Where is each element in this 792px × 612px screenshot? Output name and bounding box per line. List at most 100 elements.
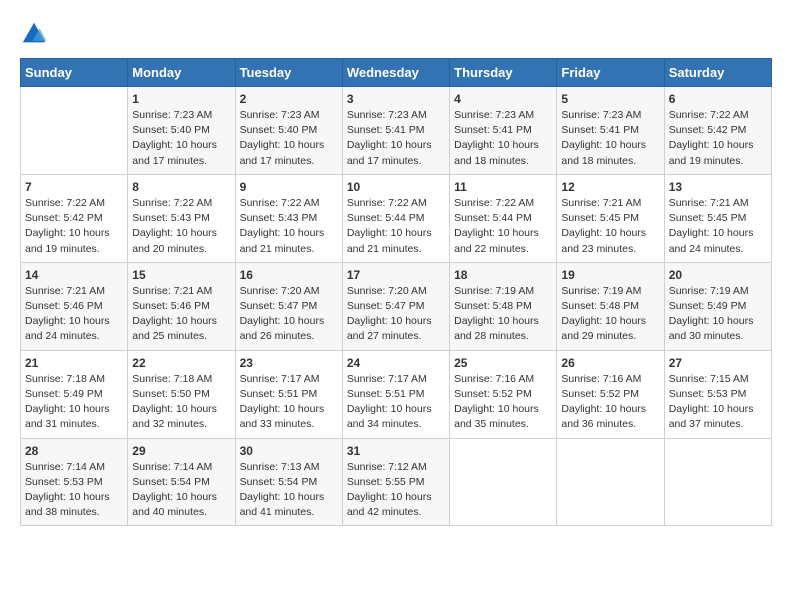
calendar-cell: 11Sunrise: 7:22 AMSunset: 5:44 PMDayligh… xyxy=(450,174,557,262)
day-header-tuesday: Tuesday xyxy=(235,59,342,87)
day-number: 22 xyxy=(132,356,230,370)
day-number: 31 xyxy=(347,444,445,458)
calendar-cell xyxy=(21,87,128,175)
calendar-cell: 8 Sunrise: 7:22 AMSunset: 5:43 PMDaylight… xyxy=(128,174,235,262)
calendar-cell: 13 Sunrise: 7:21 AMSunset: 5:45 PMDayligh… xyxy=(664,174,771,262)
calendar-cell: 19 Sunrise: 7:19 AMSunset: 5:48 PMDayligh… xyxy=(557,262,664,350)
day-number: 23 xyxy=(240,356,338,370)
calendar-cell: 24 Sunrise: 7:17 AMSunset: 5:51 PMDayligh… xyxy=(342,350,449,438)
day-number: 8 xyxy=(132,180,230,194)
day-number: 20 xyxy=(669,268,767,282)
calendar-cell: 31 Sunrise: 7:12 AMSunset: 5:55 PMDayligh… xyxy=(342,438,449,526)
week-row-5: 28 Sunrise: 7:14 AMSunset: 5:53 PMDayligh… xyxy=(21,438,772,526)
cell-content: Sunrise: 7:17 AMSunset: 5:51 PMDaylight:… xyxy=(347,372,445,433)
cell-content: Sunrise: 7:14 AMSunset: 5:53 PMDaylight:… xyxy=(25,460,123,521)
cell-content: Sunrise: 7:21 AMSunset: 5:45 PMDaylight:… xyxy=(669,196,767,257)
day-number: 27 xyxy=(669,356,767,370)
cell-content: Sunrise: 7:23 AMSunset: 5:41 PMDaylight:… xyxy=(561,108,659,169)
cell-content: Sunrise: 7:20 AMSunset: 5:47 PMDaylight:… xyxy=(347,284,445,345)
calendar-cell xyxy=(450,438,557,526)
day-number: 25 xyxy=(454,356,552,370)
week-row-2: 7 Sunrise: 7:22 AMSunset: 5:42 PMDaylight… xyxy=(21,174,772,262)
cell-content: Sunrise: 7:16 AMSunset: 5:52 PMDaylight:… xyxy=(561,372,659,433)
week-row-4: 21 Sunrise: 7:18 AMSunset: 5:49 PMDayligh… xyxy=(21,350,772,438)
cell-content: Sunrise: 7:20 AMSunset: 5:47 PMDaylight:… xyxy=(240,284,338,345)
cell-content: Sunrise: 7:15 AMSunset: 5:53 PMDaylight:… xyxy=(669,372,767,433)
day-number: 4 xyxy=(454,92,552,106)
calendar-cell: 7 Sunrise: 7:22 AMSunset: 5:42 PMDaylight… xyxy=(21,174,128,262)
day-number: 14 xyxy=(25,268,123,282)
calendar-cell xyxy=(557,438,664,526)
day-number: 13 xyxy=(669,180,767,194)
calendar-cell: 1 Sunrise: 7:23 AMSunset: 5:40 PMDaylight… xyxy=(128,87,235,175)
calendar-cell: 21 Sunrise: 7:18 AMSunset: 5:49 PMDayligh… xyxy=(21,350,128,438)
day-number: 6 xyxy=(669,92,767,106)
cell-content: Sunrise: 7:19 AMSunset: 5:48 PMDaylight:… xyxy=(454,284,552,345)
day-number: 17 xyxy=(347,268,445,282)
cell-content: Sunrise: 7:23 AMSunset: 5:40 PMDaylight:… xyxy=(132,108,230,169)
day-number: 28 xyxy=(25,444,123,458)
cell-content: Sunrise: 7:21 AMSunset: 5:45 PMDaylight:… xyxy=(561,196,659,257)
cell-content: Sunrise: 7:17 AMSunset: 5:51 PMDaylight:… xyxy=(240,372,338,433)
calendar-cell: 20 Sunrise: 7:19 AMSunset: 5:49 PMDayligh… xyxy=(664,262,771,350)
cell-content: Sunrise: 7:13 AMSunset: 5:54 PMDaylight:… xyxy=(240,460,338,521)
day-header-wednesday: Wednesday xyxy=(342,59,449,87)
cell-content: Sunrise: 7:22 AMSunset: 5:43 PMDaylight:… xyxy=(132,196,230,257)
calendar-cell: 6Sunrise: 7:22 AMSunset: 5:42 PMDaylight… xyxy=(664,87,771,175)
day-number: 2 xyxy=(240,92,338,106)
day-header-saturday: Saturday xyxy=(664,59,771,87)
cell-content: Sunrise: 7:12 AMSunset: 5:55 PMDaylight:… xyxy=(347,460,445,521)
day-header-monday: Monday xyxy=(128,59,235,87)
day-number: 30 xyxy=(240,444,338,458)
calendar-cell: 14 Sunrise: 7:21 AMSunset: 5:46 PMDayligh… xyxy=(21,262,128,350)
calendar-cell: 4 Sunrise: 7:23 AMSunset: 5:41 PMDaylight… xyxy=(450,87,557,175)
day-header-thursday: Thursday xyxy=(450,59,557,87)
calendar-cell xyxy=(664,438,771,526)
calendar-cell: 2 Sunrise: 7:23 AMSunset: 5:40 PMDaylight… xyxy=(235,87,342,175)
day-number: 9 xyxy=(240,180,338,194)
day-number: 16 xyxy=(240,268,338,282)
cell-content: Sunrise: 7:18 AMSunset: 5:50 PMDaylight:… xyxy=(132,372,230,433)
cell-content: Sunrise: 7:22 AMSunset: 5:44 PMDaylight:… xyxy=(347,196,445,257)
calendar-cell: 12 Sunrise: 7:21 AMSunset: 5:45 PMDayligh… xyxy=(557,174,664,262)
cell-content: Sunrise: 7:21 AMSunset: 5:46 PMDaylight:… xyxy=(25,284,123,345)
header xyxy=(20,20,772,48)
cell-content: Sunrise: 7:14 AMSunset: 5:54 PMDaylight:… xyxy=(132,460,230,521)
cell-content: Sunrise: 7:22 AMSunset: 5:42 PMDaylight:… xyxy=(25,196,123,257)
logo-icon xyxy=(20,20,48,48)
cell-content: Sunrise: 7:22 AMSunset: 5:43 PMDaylight:… xyxy=(240,196,338,257)
calendar-cell: 23 Sunrise: 7:17 AMSunset: 5:51 PMDayligh… xyxy=(235,350,342,438)
calendar-cell: 18 Sunrise: 7:19 AMSunset: 5:48 PMDayligh… xyxy=(450,262,557,350)
day-number: 26 xyxy=(561,356,659,370)
calendar-cell: 15 Sunrise: 7:21 AMSunset: 5:46 PMDayligh… xyxy=(128,262,235,350)
cell-content: Sunrise: 7:18 AMSunset: 5:49 PMDaylight:… xyxy=(25,372,123,433)
calendar-cell: 3Sunrise: 7:23 AMSunset: 5:41 PMDaylight… xyxy=(342,87,449,175)
day-number: 7 xyxy=(25,180,123,194)
day-number: 12 xyxy=(561,180,659,194)
day-number: 15 xyxy=(132,268,230,282)
cell-content: Sunrise: 7:19 AMSunset: 5:49 PMDaylight:… xyxy=(669,284,767,345)
calendar-cell: 22 Sunrise: 7:18 AMSunset: 5:50 PMDayligh… xyxy=(128,350,235,438)
cell-content: Sunrise: 7:21 AMSunset: 5:46 PMDaylight:… xyxy=(132,284,230,345)
week-row-3: 14 Sunrise: 7:21 AMSunset: 5:46 PMDayligh… xyxy=(21,262,772,350)
day-number: 19 xyxy=(561,268,659,282)
calendar-cell: 30 Sunrise: 7:13 AMSunset: 5:54 PMDayligh… xyxy=(235,438,342,526)
day-number: 29 xyxy=(132,444,230,458)
calendar-cell: 26 Sunrise: 7:16 AMSunset: 5:52 PMDayligh… xyxy=(557,350,664,438)
calendar-cell: 10Sunrise: 7:22 AMSunset: 5:44 PMDayligh… xyxy=(342,174,449,262)
day-number: 21 xyxy=(25,356,123,370)
cell-content: Sunrise: 7:19 AMSunset: 5:48 PMDaylight:… xyxy=(561,284,659,345)
day-number: 5 xyxy=(561,92,659,106)
calendar-cell: 29 Sunrise: 7:14 AMSunset: 5:54 PMDayligh… xyxy=(128,438,235,526)
day-header-friday: Friday xyxy=(557,59,664,87)
cell-content: Sunrise: 7:16 AMSunset: 5:52 PMDaylight:… xyxy=(454,372,552,433)
calendar-cell: 9 Sunrise: 7:22 AMSunset: 5:43 PMDaylight… xyxy=(235,174,342,262)
calendar-cell: 28 Sunrise: 7:14 AMSunset: 5:53 PMDayligh… xyxy=(21,438,128,526)
cell-content: Sunrise: 7:23 AMSunset: 5:41 PMDaylight:… xyxy=(454,108,552,169)
day-number: 1 xyxy=(132,92,230,106)
calendar-cell: 17 Sunrise: 7:20 AMSunset: 5:47 PMDayligh… xyxy=(342,262,449,350)
day-number: 24 xyxy=(347,356,445,370)
day-number: 3 xyxy=(347,92,445,106)
cell-content: Sunrise: 7:23 AMSunset: 5:40 PMDaylight:… xyxy=(240,108,338,169)
day-number: 18 xyxy=(454,268,552,282)
